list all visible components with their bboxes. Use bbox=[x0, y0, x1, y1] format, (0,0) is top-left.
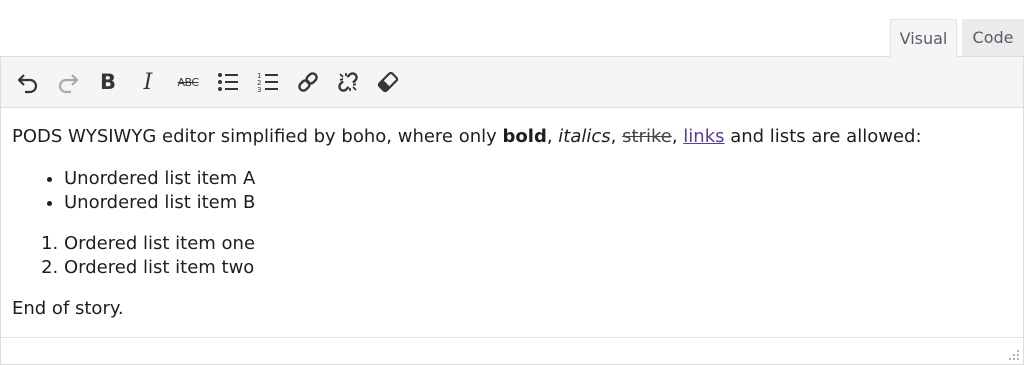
resize-handle-icon[interactable] bbox=[1008, 349, 1020, 361]
editor-statusbar bbox=[1, 337, 1023, 364]
redo-button[interactable] bbox=[48, 62, 88, 102]
insert-link-button[interactable] bbox=[288, 62, 328, 102]
remove-link-button[interactable] bbox=[328, 62, 368, 102]
insert-link-icon bbox=[298, 72, 318, 92]
bold-button[interactable]: B bbox=[88, 62, 128, 102]
clear-formatting-button[interactable] bbox=[368, 62, 408, 102]
italic-button[interactable]: I bbox=[128, 62, 168, 102]
svg-text:3: 3 bbox=[257, 86, 261, 93]
strikethrough-icon: ABC bbox=[177, 75, 199, 89]
strikethrough-button[interactable]: ABC bbox=[168, 62, 208, 102]
list-item: Unordered list item B bbox=[64, 191, 1012, 215]
tab-code[interactable]: Code bbox=[962, 19, 1024, 56]
list-item: Ordered list item one bbox=[64, 232, 1012, 256]
bulleted-list-button[interactable] bbox=[208, 62, 248, 102]
editor-content[interactable]: PODS WYSIWYG editor simplified by boho, … bbox=[1, 108, 1023, 321]
bulleted-list-icon bbox=[218, 73, 238, 91]
strike-text: strike bbox=[622, 126, 672, 147]
undo-button[interactable] bbox=[8, 62, 48, 102]
numbered-list-button[interactable]: 1 2 3 bbox=[248, 62, 288, 102]
editor-toolbar: B I ABC 1 2 3 bbox=[1, 57, 1023, 108]
bold-icon: B bbox=[99, 70, 116, 94]
tab-visual[interactable]: Visual bbox=[890, 19, 957, 57]
closing-paragraph: End of story. bbox=[12, 298, 124, 319]
italic-icon: I bbox=[143, 69, 153, 95]
numbered-list-icon: 1 2 3 bbox=[257, 72, 278, 93]
link-text[interactable]: links bbox=[683, 126, 724, 147]
unordered-list: Unordered list item A Unordered list ite… bbox=[12, 167, 1012, 215]
bold-text: bold bbox=[502, 126, 547, 147]
undo-icon bbox=[17, 74, 38, 94]
ordered-list: Ordered list item one Ordered list item … bbox=[12, 232, 1012, 280]
intro-paragraph: PODS WYSIWYG editor simplified by boho, … bbox=[12, 126, 922, 147]
list-item: Ordered list item two bbox=[64, 256, 1012, 280]
italic-text: italics bbox=[558, 126, 611, 147]
clear-formatting-icon bbox=[377, 71, 399, 93]
editor-mode-tabs: Visual Code bbox=[890, 19, 1024, 57]
wysiwyg-editor: B I ABC 1 2 3 PODS WYSIWYG editor simpli… bbox=[0, 56, 1024, 365]
list-item: Unordered list item A bbox=[64, 167, 1012, 191]
redo-icon bbox=[58, 74, 79, 94]
remove-link-icon bbox=[338, 72, 358, 92]
